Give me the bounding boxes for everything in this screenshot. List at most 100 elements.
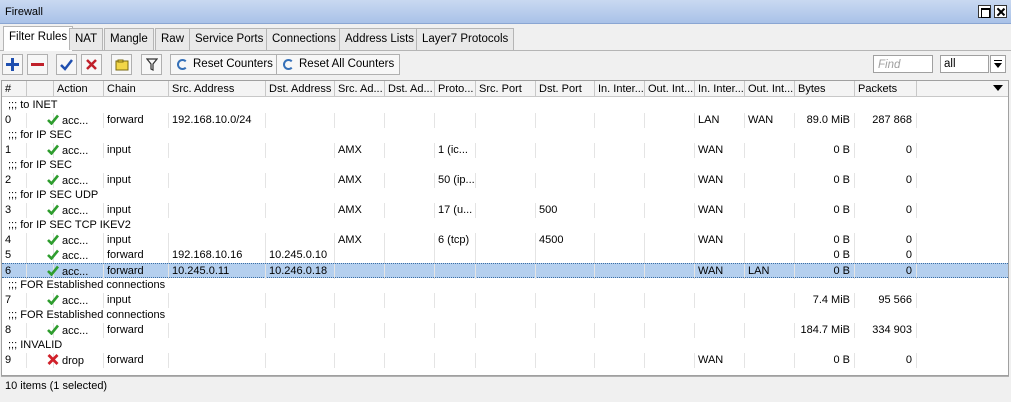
column-header[interactable]: In. Inter... bbox=[695, 81, 745, 97]
add-button[interactable] bbox=[2, 54, 23, 75]
cell-bytes: 7.4 MiB bbox=[795, 293, 855, 308]
accept-icon bbox=[47, 324, 59, 335]
column-header[interactable]: In. Inter... bbox=[595, 81, 645, 97]
tab-layer7-protocols[interactable]: Layer7 Protocols bbox=[416, 28, 515, 50]
cell-dstal bbox=[385, 203, 435, 218]
cell-proto: 17 (u... bbox=[435, 203, 476, 218]
cell-src bbox=[169, 353, 266, 368]
plus-icon bbox=[6, 58, 19, 71]
column-header[interactable]: Dst. Address bbox=[266, 81, 335, 97]
rule-comment-row[interactable]: ;;; for IP SEC UDP bbox=[2, 188, 1008, 203]
cell-outif1 bbox=[645, 353, 695, 368]
accept-icon bbox=[47, 174, 59, 185]
cell-bytes: 0 B bbox=[795, 248, 855, 263]
action-label: acc... bbox=[62, 115, 89, 127]
column-header[interactable]: Dst. Port bbox=[536, 81, 595, 97]
tab-address-lists[interactable]: Address Lists bbox=[339, 28, 421, 50]
comment-icon bbox=[115, 59, 128, 70]
cell-num: 1 bbox=[2, 143, 27, 158]
tab-filter-rules[interactable]: Filter Rules bbox=[3, 26, 74, 51]
cell-srcal bbox=[335, 248, 385, 263]
cell-sport bbox=[476, 233, 536, 248]
cell-bytes: 184.7 MiB bbox=[795, 323, 855, 338]
comment-button[interactable] bbox=[111, 54, 132, 75]
find-input[interactable] bbox=[873, 55, 933, 73]
column-header[interactable]: Src. Address bbox=[169, 81, 266, 97]
rule-comment-row[interactable]: ;;; for IP SEC TCP IKEV2 bbox=[2, 218, 1008, 233]
tab-connections[interactable]: Connections bbox=[266, 28, 342, 50]
rule-comment-row[interactable]: ;;; FOR Established connections bbox=[2, 278, 1008, 293]
table-row[interactable]: 9 drop forward WAN 0 B0 bbox=[2, 353, 1008, 368]
action-label: acc... bbox=[62, 175, 89, 187]
column-header[interactable]: Packets bbox=[855, 81, 917, 97]
chevron-down-icon[interactable] bbox=[990, 55, 1006, 73]
cell-sport bbox=[476, 248, 536, 263]
tab-mangle[interactable]: Mangle bbox=[104, 28, 154, 50]
cell-inif1 bbox=[595, 233, 645, 248]
table-row[interactable]: 7 acc... input 7.4 MiB 95 566 bbox=[2, 293, 1008, 308]
reset-counters-button[interactable]: Reset Counters bbox=[170, 54, 279, 75]
table-row[interactable]: 1 acc... input AMX 1 (ic... WAN 0 B0 bbox=[2, 143, 1008, 158]
cell-dst: 10.245.0.10 bbox=[266, 248, 335, 263]
enable-button[interactable] bbox=[56, 54, 77, 75]
table-row[interactable]: 8 acc... forward 184.7 MiB 334 903 bbox=[2, 323, 1008, 338]
tab-service-ports[interactable]: Service Ports bbox=[189, 28, 270, 50]
cell-outif1 bbox=[645, 203, 695, 218]
tab-nat[interactable]: NAT bbox=[69, 28, 104, 50]
column-header[interactable]: Chain bbox=[104, 81, 169, 97]
rule-comment-row[interactable]: ;;; FOR Established connections bbox=[2, 308, 1008, 323]
column-header[interactable]: Out. Int... bbox=[645, 81, 695, 97]
disable-button[interactable] bbox=[81, 54, 102, 75]
filter-button[interactable] bbox=[141, 54, 162, 75]
drop-icon bbox=[47, 354, 59, 365]
reset-icon bbox=[283, 59, 294, 70]
cell-bytes: 89.0 MiB bbox=[795, 113, 855, 128]
close-icon[interactable] bbox=[994, 5, 1007, 18]
cell-packets: 0 bbox=[855, 248, 917, 263]
cell-src bbox=[169, 143, 266, 158]
cell-chain: input bbox=[104, 233, 169, 248]
column-header[interactable]: Bytes bbox=[795, 81, 855, 97]
column-header[interactable]: Action bbox=[54, 81, 104, 97]
column-header[interactable] bbox=[27, 81, 54, 97]
scope-select[interactable]: all bbox=[940, 55, 989, 73]
column-header[interactable]: Dst. Ad... bbox=[385, 81, 435, 97]
reset-counters-label: Reset Counters bbox=[193, 58, 273, 70]
rule-comment-row[interactable]: ;;; for IP SEC bbox=[2, 128, 1008, 143]
cell-inif1 bbox=[595, 143, 645, 158]
cell-proto bbox=[435, 264, 476, 279]
cell-proto bbox=[435, 353, 476, 368]
tab-raw[interactable]: Raw bbox=[155, 28, 191, 50]
cell-packets: 95 566 bbox=[855, 293, 917, 308]
cell-outif1 bbox=[645, 113, 695, 128]
cell-outif2 bbox=[745, 248, 795, 263]
cell-packets: 0 bbox=[855, 353, 917, 368]
table-row[interactable]: 6 acc... forward 10.245.0.11 10.246.0.18 WAN L… bbox=[2, 263, 1008, 279]
column-header[interactable]: Proto... bbox=[435, 81, 476, 97]
cell-srcal: AMX bbox=[335, 173, 385, 188]
reset-all-counters-button[interactable]: Reset All Counters bbox=[276, 54, 401, 75]
table-row[interactable]: 3 acc... input AMX 17 (u... 500 WAN 0 B0 bbox=[2, 203, 1008, 218]
column-header[interactable]: Src. Port bbox=[476, 81, 536, 97]
cell-srcal: AMX bbox=[335, 143, 385, 158]
cell-action: acc... bbox=[44, 143, 104, 158]
rule-comment: ;;; INVALID bbox=[8, 339, 63, 351]
action-label: acc... bbox=[62, 295, 89, 307]
table-row[interactable]: 4 acc... input AMX 6 (tcp) 4500 WAN 0 B0 bbox=[2, 233, 1008, 248]
column-header[interactable]: Src. Ad... bbox=[335, 81, 385, 97]
cell-packets: 0 bbox=[855, 233, 917, 248]
column-header[interactable]: # bbox=[2, 81, 27, 97]
rule-comment-row[interactable]: ;;; to INET bbox=[2, 98, 1008, 113]
rule-comment-row[interactable]: ;;; for IP SEC bbox=[2, 158, 1008, 173]
check-icon bbox=[60, 59, 73, 71]
table-row[interactable]: 0 acc... forward 192.168.10.0/24 LAN WAN 89.0 … bbox=[2, 113, 1008, 128]
table-row[interactable]: 2 acc... input AMX 50 (ip... WAN 0 B0 bbox=[2, 173, 1008, 188]
remove-button[interactable] bbox=[27, 54, 48, 75]
column-header[interactable]: Out. Int... bbox=[745, 81, 795, 97]
rule-comment-row[interactable]: ;;; INVALID bbox=[2, 338, 1008, 353]
maximize-icon[interactable] bbox=[978, 5, 991, 18]
cell-outif1 bbox=[645, 264, 695, 279]
cell-dstal bbox=[385, 233, 435, 248]
table-row[interactable]: 5 acc... forward 192.168.10.16 10.245.0.10 0 … bbox=[2, 248, 1008, 263]
column-menu-icon[interactable] bbox=[993, 85, 1003, 91]
